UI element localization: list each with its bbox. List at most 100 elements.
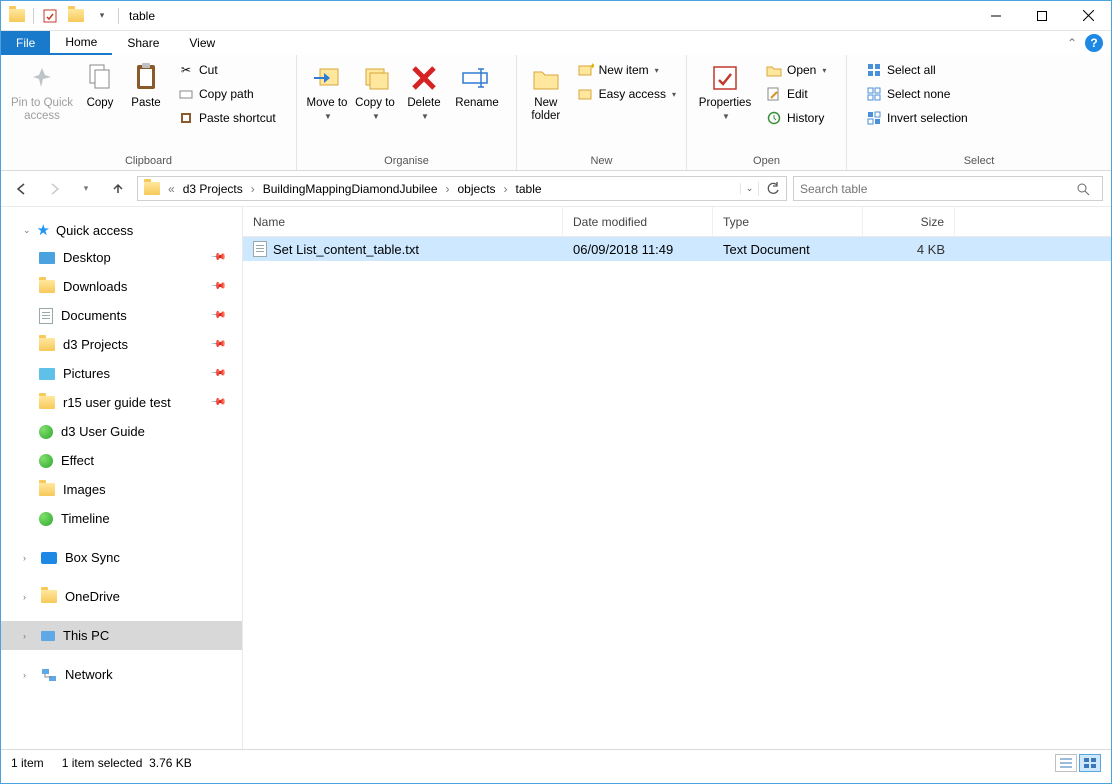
chevron-right-icon[interactable]: ›	[444, 182, 452, 196]
sidebar-item[interactable]: Downloads📌	[1, 272, 242, 301]
tab-home[interactable]: Home	[50, 31, 112, 55]
sidebar-item[interactable]: d3 User Guide	[1, 417, 242, 446]
sidebar-item[interactable]: Documents📌	[1, 301, 242, 330]
box-sync-item[interactable]: ›Box Sync	[1, 543, 242, 572]
network-icon	[41, 668, 57, 682]
up-button[interactable]	[105, 176, 131, 202]
open-item-button[interactable]: Open▾	[761, 59, 830, 81]
sidebar-item[interactable]: r15 user guide test📌	[1, 388, 242, 417]
this-pc-icon	[41, 631, 55, 641]
sync-icon	[39, 454, 53, 468]
select-none-button[interactable]: Select none	[861, 83, 972, 105]
qat-folder-icon	[5, 4, 29, 28]
folder-icon	[39, 396, 55, 409]
search-box[interactable]	[793, 176, 1103, 201]
chevron-icon[interactable]: «	[166, 182, 177, 196]
address-bar[interactable]: « d3 Projects › BuildingMappingDiamondJu…	[137, 176, 787, 201]
qat-properties-button[interactable]	[38, 4, 62, 28]
sidebar-item-label: Downloads	[63, 279, 127, 294]
paste-shortcut-button[interactable]: Paste shortcut	[173, 107, 280, 129]
column-name[interactable]: Name⌃	[243, 207, 563, 236]
tab-view[interactable]: View	[174, 31, 230, 55]
back-button[interactable]	[9, 176, 35, 202]
breadcrumb-item[interactable]: d3 Projects	[177, 177, 249, 200]
maximize-button[interactable]	[1019, 1, 1065, 31]
pin-icon: 📌	[209, 394, 226, 411]
new-folder-button[interactable]: New folder	[523, 59, 569, 125]
refresh-button[interactable]	[758, 182, 786, 196]
copy-button[interactable]: Copy	[77, 59, 123, 112]
desktop-icon	[39, 252, 55, 264]
onedrive-item[interactable]: ›OneDrive	[1, 582, 242, 611]
invert-selection-button[interactable]: Invert selection	[861, 107, 972, 129]
file-type: Text Document	[713, 242, 863, 257]
quick-access-header[interactable]: ⌄ ★ Quick access	[1, 217, 242, 243]
forward-button[interactable]	[41, 176, 67, 202]
properties-button[interactable]: Properties▼	[693, 59, 757, 123]
breadcrumb-root-icon[interactable]	[138, 177, 166, 200]
sidebar-item-label: Timeline	[61, 511, 110, 526]
sidebar-item[interactable]: Effect	[1, 446, 242, 475]
column-date[interactable]: Date modified	[563, 207, 713, 236]
minimize-button[interactable]	[973, 1, 1019, 31]
folder-icon	[39, 483, 55, 496]
folder-icon	[39, 280, 55, 293]
close-button[interactable]	[1065, 1, 1111, 31]
help-icon[interactable]: ?	[1085, 34, 1103, 52]
delete-button[interactable]: Delete▼	[399, 59, 449, 123]
easy-access-button[interactable]: Easy access▾	[573, 83, 680, 105]
sidebar-item[interactable]: Pictures📌	[1, 359, 242, 388]
pin-to-quick-access-button[interactable]: Pin to Quick access	[7, 59, 77, 125]
column-type[interactable]: Type	[713, 207, 863, 236]
pin-icon: 📌	[209, 336, 226, 353]
sidebar-item[interactable]: Images	[1, 475, 242, 504]
cut-button[interactable]: ✂Cut	[173, 59, 280, 81]
thumbnails-view-button[interactable]	[1079, 754, 1101, 772]
qat-new-folder-button[interactable]	[64, 4, 88, 28]
move-to-button[interactable]: Move to▼	[303, 59, 351, 123]
box-sync-icon	[41, 552, 57, 564]
title-bar: ▾ table	[1, 1, 1111, 31]
paste-button[interactable]: Paste	[123, 59, 169, 112]
chevron-right-icon[interactable]: ›	[502, 182, 510, 196]
column-headers: Name⌃ Date modified Type Size	[243, 207, 1111, 237]
copy-path-button[interactable]: Copy path	[173, 83, 280, 105]
minimize-ribbon-icon[interactable]: ⌃	[1067, 36, 1077, 50]
sidebar-item[interactable]: Desktop📌	[1, 243, 242, 272]
breadcrumb-item[interactable]: objects	[452, 177, 502, 200]
search-input[interactable]	[794, 182, 1076, 196]
sidebar-item[interactable]: Timeline	[1, 504, 242, 533]
text-file-icon	[253, 241, 267, 257]
network-item[interactable]: ›Network	[1, 660, 242, 689]
edit-button[interactable]: Edit	[761, 83, 830, 105]
shortcut-icon	[177, 111, 195, 125]
sidebar-item-label: Images	[63, 482, 106, 497]
pin-icon	[29, 61, 55, 95]
details-view-button[interactable]	[1055, 754, 1077, 772]
file-row[interactable]: Set List_content_table.txt06/09/2018 11:…	[243, 237, 1111, 261]
select-all-button[interactable]: Select all	[861, 59, 972, 81]
sidebar-item[interactable]: d3 Projects📌	[1, 330, 242, 359]
sidebar-item-label: d3 User Guide	[61, 424, 145, 439]
easy-access-icon	[577, 87, 595, 101]
history-button[interactable]: History	[761, 107, 830, 129]
this-pc-item[interactable]: ›This PC	[1, 621, 242, 650]
breadcrumb-item[interactable]: BuildingMappingDiamondJubilee	[257, 177, 444, 200]
tab-file[interactable]: File	[1, 31, 50, 55]
file-date: 06/09/2018 11:49	[563, 242, 713, 257]
copy-to-button[interactable]: Copy to▼	[351, 59, 399, 123]
new-item-button[interactable]: ✦New item▾	[573, 59, 680, 81]
recent-locations-button[interactable]: ▾	[73, 176, 99, 202]
address-dropdown-button[interactable]: ⌄	[740, 183, 758, 194]
column-size[interactable]: Size	[863, 207, 955, 236]
chevron-right-icon[interactable]: ›	[249, 182, 257, 196]
rename-button[interactable]: Rename	[449, 59, 505, 112]
search-icon[interactable]	[1076, 182, 1102, 196]
invert-selection-icon	[865, 111, 883, 125]
breadcrumb-item[interactable]: table	[510, 177, 548, 200]
window-title: table	[125, 9, 155, 23]
quick-access-star-icon: ★	[37, 221, 50, 239]
tab-share[interactable]: Share	[112, 31, 174, 55]
delete-icon	[410, 61, 438, 95]
qat-customize-button[interactable]: ▾	[90, 4, 114, 28]
